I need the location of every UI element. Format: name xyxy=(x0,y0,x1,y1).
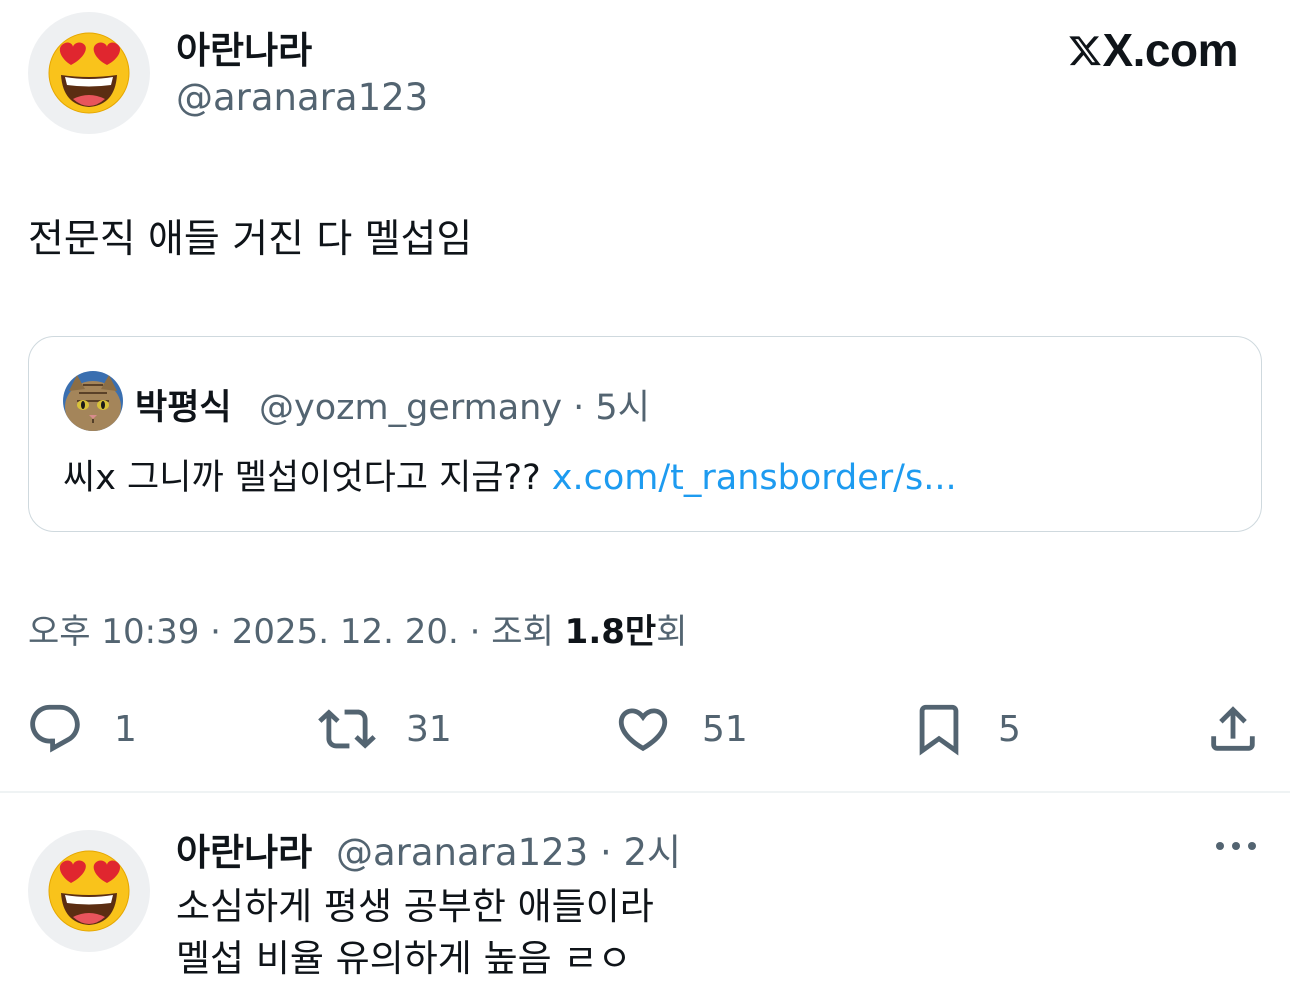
share-button[interactable] xyxy=(1204,700,1262,758)
reply-author-name[interactable]: 아란나라 xyxy=(176,822,312,876)
divider xyxy=(0,791,1290,793)
reply-author-handle[interactable]: @aranara123 · 2시 xyxy=(336,822,681,876)
quote-author-avatar[interactable] xyxy=(63,371,123,431)
retweet-button[interactable]: 31 xyxy=(318,700,452,758)
tweet-meta: 오후 10:39 · 2025. 12. 20. · 조회 1.8만회 xyxy=(28,604,687,653)
x-logo: X.com xyxy=(1068,22,1238,78)
quote-link[interactable]: x.com/t_ransborder/s... xyxy=(552,458,957,498)
reply-author-avatar[interactable] xyxy=(28,830,150,952)
reply-button[interactable]: 1 xyxy=(26,700,137,758)
more-icon[interactable] xyxy=(1214,836,1258,856)
bookmark-count: 5 xyxy=(998,708,1021,750)
timestamp[interactable]: 오후 10:39 · 2025. 12. 20. · 조회 xyxy=(28,612,565,652)
reply-icon xyxy=(30,704,80,753)
retweet-icon xyxy=(318,709,376,749)
quote-text: 씨x 그니까 멜섭이엇다고 지금?? x.com/t_ransborder/s.… xyxy=(63,449,957,500)
bookmark-icon xyxy=(919,704,959,756)
retweet-count: 31 xyxy=(406,708,452,750)
quoted-tweet-card[interactable]: 박평식 @yozm_germany · 5시 씨x 그니까 멜섭이엇다고 지금?… xyxy=(28,336,1262,532)
author-name[interactable]: 아란나라 xyxy=(176,20,312,74)
reply-text-line-2: 멜섭 비율 유의하게 높음 ㄹㅇ xyxy=(176,937,632,980)
author-avatar[interactable] xyxy=(28,12,150,134)
share-icon xyxy=(1211,706,1255,751)
x-logo-icon xyxy=(1069,36,1101,66)
brand-label: X.com xyxy=(1102,24,1238,76)
like-button[interactable]: 51 xyxy=(614,700,748,758)
reply-text-line-1: 소심하게 평생 공부한 애들이라 xyxy=(176,885,654,928)
views-suffix: 회 xyxy=(656,612,688,652)
quote-author-name[interactable]: 박평식 xyxy=(135,379,232,430)
author-handle[interactable]: @aranara123 xyxy=(176,76,428,119)
cat-avatar-icon xyxy=(63,371,123,431)
views-count: 1.8만 xyxy=(564,612,657,652)
tweet-text: 전문직 애들 거진 다 멜섭임 xyxy=(28,217,473,262)
like-icon xyxy=(618,708,668,752)
like-count: 51 xyxy=(702,708,748,750)
bookmark-button[interactable]: 5 xyxy=(910,700,1021,758)
reply-count: 1 xyxy=(114,708,137,750)
heart-eyes-emoji-icon xyxy=(48,32,130,114)
quote-author-handle[interactable]: @yozm_germany · 5시 xyxy=(259,379,650,430)
heart-eyes-emoji-icon xyxy=(48,850,130,932)
quote-body: 씨x 그니까 멜섭이엇다고 지금?? xyxy=(63,458,552,498)
